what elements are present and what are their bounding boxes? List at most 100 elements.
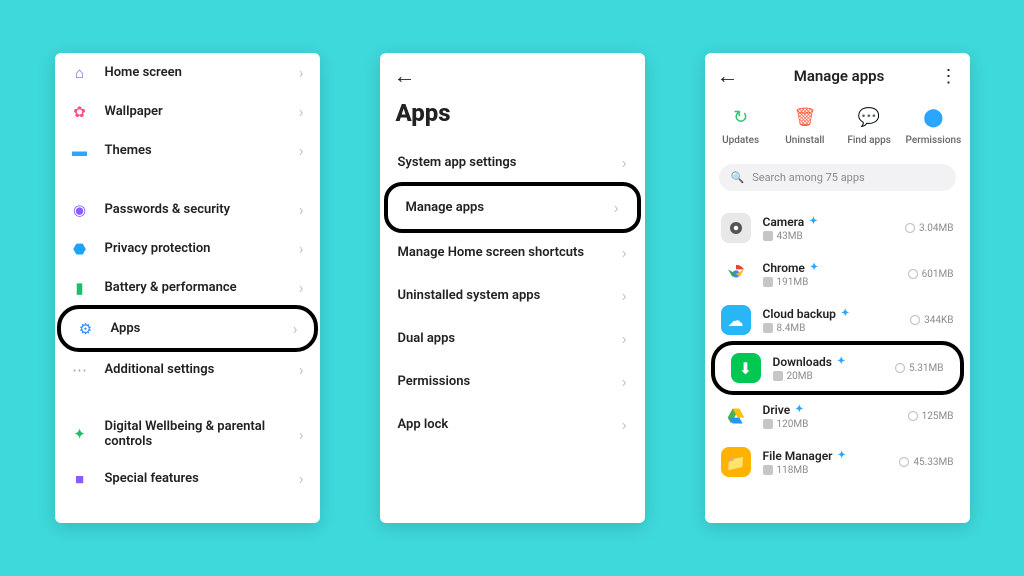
- settings-item-privacy[interactable]: ⬣ Privacy protection ›: [55, 229, 320, 268]
- page-title: Apps: [396, 99, 645, 127]
- apps-item-lock[interactable]: App lock ›: [380, 403, 645, 446]
- chevron-right-icon: ›: [622, 243, 627, 262]
- chevron-right-icon: ›: [622, 415, 627, 434]
- app-row-drive[interactable]: Drive✦ 120MB 125MB: [705, 393, 970, 439]
- settings-item-special[interactable]: ■ Special features ›: [55, 459, 320, 498]
- action-uninstall[interactable]: 🗑 Uninstall: [773, 103, 837, 146]
- search-icon: 💬: [855, 103, 883, 131]
- status-dot-icon: ✦: [837, 450, 845, 461]
- label: Updates: [722, 135, 759, 146]
- storage-icon: [910, 315, 920, 325]
- chevron-right-icon: ›: [299, 278, 304, 297]
- action-updates[interactable]: ↻ Updates: [709, 103, 773, 146]
- apps-item-permissions[interactable]: Permissions ›: [380, 360, 645, 403]
- memory-icon: [773, 371, 783, 381]
- app-size: 3.04MB: [919, 223, 953, 234]
- manage-apps-screen: ← Manage apps ⋮ ↻ Updates 🗑 Uninstall 💬 …: [705, 53, 970, 523]
- action-permissions[interactable]: ⬤ Permissions: [901, 103, 965, 146]
- apps-item-system[interactable]: System app settings ›: [380, 141, 645, 184]
- chevron-right-icon: ›: [293, 319, 298, 338]
- search-icon: 🔍: [731, 171, 745, 184]
- memory-icon: [763, 277, 773, 287]
- app-name: Downloads: [773, 355, 832, 369]
- label: Battery & performance: [105, 280, 299, 295]
- overflow-menu-icon[interactable]: ⋮: [940, 66, 958, 87]
- label: System app settings: [398, 155, 622, 170]
- app-row-chrome[interactable]: Chrome✦ 191MB 601MB: [705, 251, 970, 297]
- apps-item-uninstalled[interactable]: Uninstalled system apps ›: [380, 274, 645, 317]
- app-mem: 8.4MB: [777, 323, 806, 334]
- settings-item-apps[interactable]: ⚙ Apps ›: [57, 305, 318, 352]
- status-dot-icon: ✦: [810, 262, 818, 273]
- apps-item-shortcuts[interactable]: Manage Home screen shortcuts ›: [380, 231, 645, 274]
- app-row-filemanager[interactable]: 📁 File Manager✦ 118MB 45.33MB: [705, 439, 970, 485]
- app-size: 344KB: [924, 315, 953, 326]
- back-button[interactable]: ←: [717, 63, 739, 89]
- chrome-icon: [721, 259, 751, 289]
- spacer: [55, 170, 320, 190]
- app-size: 5.31MB: [909, 363, 943, 374]
- chevron-right-icon: ›: [614, 198, 619, 217]
- label: Uninstall: [785, 135, 824, 146]
- search-input[interactable]: 🔍 Search among 75 apps: [719, 164, 956, 191]
- chevron-right-icon: ›: [622, 329, 627, 348]
- app-name: Camera: [763, 215, 805, 229]
- settings-item-battery[interactable]: ▮ Battery & performance ›: [55, 268, 320, 307]
- chevron-right-icon: ›: [299, 360, 304, 379]
- label: Passwords & security: [105, 202, 299, 217]
- app-name: Cloud backup: [763, 307, 836, 321]
- app-row-camera[interactable]: Camera ✦ 43MB 3.04MB: [705, 205, 970, 251]
- label: Permissions: [906, 135, 962, 146]
- apps-item-manage[interactable]: Manage apps ›: [384, 182, 641, 233]
- storage-icon: [899, 457, 909, 467]
- apps-item-dual[interactable]: Dual apps ›: [380, 317, 645, 360]
- download-icon: ⬇: [731, 353, 761, 383]
- settings-item-additional[interactable]: ⋯ Additional settings ›: [55, 350, 320, 389]
- app-name: Chrome: [763, 261, 805, 275]
- app-mem: 120MB: [777, 419, 809, 430]
- chevron-right-icon: ›: [299, 425, 304, 444]
- label: Permissions: [398, 374, 622, 389]
- settings-item-wellbeing[interactable]: ✦ Digital Wellbeing & parental controls …: [55, 409, 320, 459]
- gear-icon: ⚙: [77, 320, 95, 338]
- status-dot-icon: ✦: [795, 404, 803, 415]
- memory-icon: [763, 231, 773, 241]
- settings-item-wallpaper[interactable]: ✿ Wallpaper ›: [55, 92, 320, 131]
- wellbeing-icon: ✦: [71, 425, 89, 443]
- app-row-downloads[interactable]: ⬇ Downloads✦ 20MB 5.31MB: [711, 341, 964, 395]
- brush-icon: ▬: [71, 142, 89, 160]
- label: Dual apps: [398, 331, 622, 346]
- shield-icon: ⬣: [71, 240, 89, 258]
- chevron-right-icon: ›: [622, 286, 627, 305]
- settings-item-themes[interactable]: ▬ Themes ›: [55, 131, 320, 170]
- camera-icon: [721, 213, 751, 243]
- app-name: File Manager: [763, 449, 833, 463]
- folder-icon: 📁: [721, 447, 751, 477]
- app-size: 125MB: [922, 411, 954, 422]
- back-button[interactable]: ←: [394, 64, 416, 89]
- fingerprint-icon: ◉: [71, 201, 89, 219]
- label: Additional settings: [105, 362, 299, 377]
- search-placeholder: Search among 75 apps: [752, 171, 865, 184]
- chevron-right-icon: ›: [299, 141, 304, 160]
- app-mem: 20MB: [787, 371, 813, 382]
- app-mem: 43MB: [777, 231, 803, 242]
- action-find[interactable]: 💬 Find apps: [837, 103, 901, 146]
- settings-item-home[interactable]: ⌂ Home screen ›: [55, 53, 320, 92]
- bag-icon: ■: [71, 470, 89, 488]
- app-mem: 191MB: [777, 277, 809, 288]
- label: Manage apps: [406, 200, 614, 215]
- storage-icon: [908, 411, 918, 421]
- label: Manage Home screen shortcuts: [398, 245, 622, 260]
- status-dot-icon: ✦: [809, 216, 817, 227]
- label: Privacy protection: [105, 241, 299, 256]
- settings-item-passwords[interactable]: ◉ Passwords & security ›: [55, 190, 320, 229]
- label: Special features: [105, 471, 299, 486]
- home-icon: ⌂: [71, 64, 89, 82]
- app-row-cloud[interactable]: ☁ Cloud backup✦ 8.4MB 344KB: [705, 297, 970, 343]
- chevron-right-icon: ›: [299, 239, 304, 258]
- spacer: [55, 389, 320, 409]
- label: Uninstalled system apps: [398, 288, 622, 303]
- storage-icon: [895, 363, 905, 373]
- chevron-right-icon: ›: [299, 200, 304, 219]
